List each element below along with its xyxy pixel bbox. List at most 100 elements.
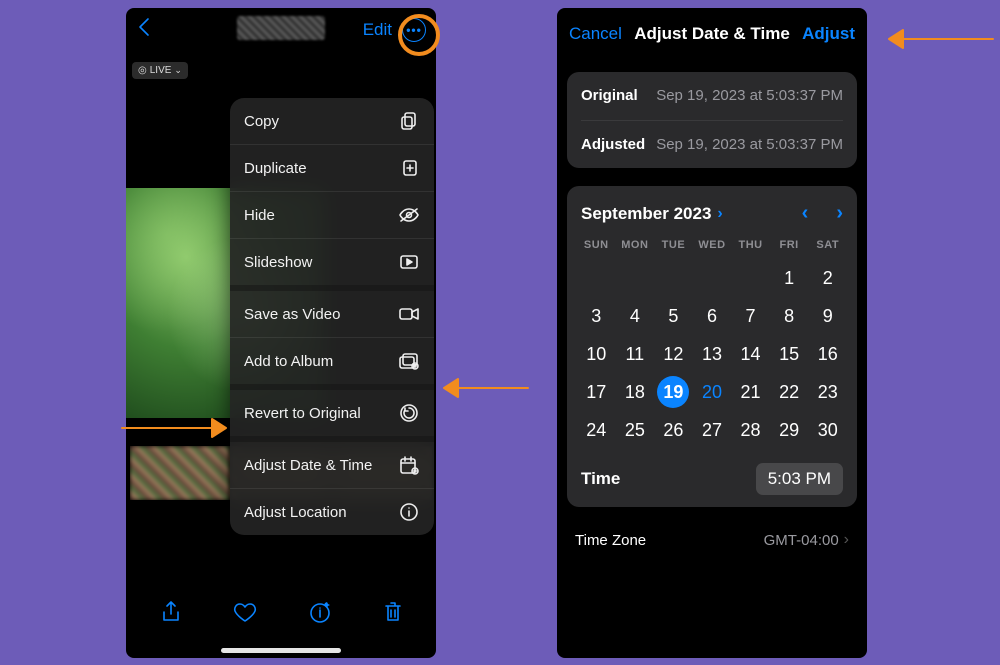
chevron-right-icon: ›: [844, 531, 849, 549]
adjusted-date-row: Adjusted Sep 19, 2023 at 5:03:37 PM: [581, 121, 843, 169]
calendar-icon: [398, 454, 420, 476]
adjust-nav-bar: Cancel Adjust Date & Time Adjust: [557, 8, 867, 60]
calendar-day[interactable]: 7: [731, 297, 770, 335]
calendar-day-number: 6: [696, 300, 728, 332]
calendar-day-number: 20: [696, 376, 728, 408]
calendar-blank: [616, 259, 655, 297]
calendar-day[interactable]: 25: [616, 411, 655, 449]
calendar-day[interactable]: 15: [770, 335, 809, 373]
cancel-button[interactable]: Cancel: [569, 24, 622, 44]
calendar-day[interactable]: 13: [693, 335, 732, 373]
slideshow-icon: [398, 251, 420, 273]
adjusted-value: Sep 19, 2023 at 5:03:37 PM: [656, 135, 843, 155]
time-row: Time 5:03 PM: [577, 449, 847, 507]
calendar-day-number: 13: [696, 338, 728, 370]
time-label: Time: [581, 469, 620, 489]
calendar-day[interactable]: 2: [808, 259, 847, 297]
video-icon: [398, 303, 420, 325]
thumbnail[interactable]: [130, 446, 229, 500]
calendar-day-number: 11: [619, 338, 651, 370]
menu-item-save-as-video[interactable]: Save as Video: [230, 291, 434, 338]
favorite-button[interactable]: [233, 601, 257, 629]
time-picker[interactable]: 5:03 PM: [756, 463, 843, 495]
calendar-day[interactable]: 1: [770, 259, 809, 297]
calendar-day[interactable]: 6: [693, 297, 732, 335]
prev-month-button[interactable]: ‹: [802, 202, 809, 225]
calendar-day[interactable]: 20: [693, 373, 732, 411]
menu-item-add-to-album[interactable]: Add to Album: [230, 338, 434, 390]
calendar-day[interactable]: 10: [577, 335, 616, 373]
info-button[interactable]: [308, 600, 332, 630]
calendar-blank: [731, 259, 770, 297]
timezone-row[interactable]: Time Zone GMT-04:00 ›: [557, 517, 867, 563]
live-icon: ◎: [138, 65, 147, 76]
home-indicator[interactable]: [221, 648, 341, 653]
calendar-day-number: 3: [580, 300, 612, 332]
photo-nav-bar: Edit •••: [126, 8, 436, 52]
annotation-arrow: [440, 373, 530, 403]
menu-item-adjust-location[interactable]: Adjust Location: [230, 489, 434, 535]
menu-item-hide[interactable]: Hide: [230, 192, 434, 239]
calendar-day[interactable]: 18: [616, 373, 655, 411]
menu-item-revert-to-original[interactable]: Revert to Original: [230, 390, 434, 442]
menu-item-label: Add to Album: [244, 353, 333, 370]
calendar-day[interactable]: 3: [577, 297, 616, 335]
adjust-button[interactable]: Adjust: [802, 24, 855, 44]
calendar-day[interactable]: 21: [731, 373, 770, 411]
more-options-button[interactable]: •••: [402, 18, 426, 42]
calendar-card: September 2023 › ‹ › SUNMONTUEWEDTHUFRIS…: [567, 186, 857, 507]
calendar-day[interactable]: 4: [616, 297, 655, 335]
calendar-day[interactable]: 22: [770, 373, 809, 411]
calendar-day[interactable]: 12: [654, 335, 693, 373]
calendar-day[interactable]: 26: [654, 411, 693, 449]
calendar-day[interactable]: 24: [577, 411, 616, 449]
calendar-day[interactable]: 28: [731, 411, 770, 449]
calendar-day-number: 23: [812, 376, 844, 408]
original-date-row: Original Sep 19, 2023 at 5:03:37 PM: [581, 72, 843, 121]
original-label: Original: [581, 87, 638, 104]
hide-icon: [398, 204, 420, 226]
share-button[interactable]: [160, 600, 182, 630]
calendar-day[interactable]: 30: [808, 411, 847, 449]
delete-button[interactable]: [383, 600, 403, 630]
calendar-day[interactable]: 29: [770, 411, 809, 449]
calendar-day[interactable]: 17: [577, 373, 616, 411]
edit-button[interactable]: Edit: [363, 20, 392, 40]
calendar-day[interactable]: 16: [808, 335, 847, 373]
live-badge[interactable]: ◎ LIVE ⌄: [132, 62, 188, 79]
chevron-down-icon: ⌄: [174, 65, 182, 76]
day-of-week-header: THU: [731, 235, 770, 259]
calendar-day[interactable]: 11: [616, 335, 655, 373]
duplicate-icon: [398, 157, 420, 179]
calendar-day[interactable]: 8: [770, 297, 809, 335]
calendar-blank: [654, 259, 693, 297]
menu-item-duplicate[interactable]: Duplicate: [230, 145, 434, 192]
calendar-day-number: 8: [773, 300, 805, 332]
calendar-day-number: 22: [773, 376, 805, 408]
menu-item-copy[interactable]: Copy: [230, 98, 434, 145]
calendar-day[interactable]: 5: [654, 297, 693, 335]
photo-title-blurred: [237, 16, 325, 40]
menu-item-label: Adjust Date & Time: [244, 457, 372, 474]
annotation-arrow: [885, 24, 995, 54]
context-menu: Copy Duplicate HideSlideshowSave as Video A…: [230, 98, 434, 535]
calendar-day-number: 12: [657, 338, 689, 370]
menu-item-adjust-date-time[interactable]: Adjust Date & Time: [230, 442, 434, 489]
menu-item-label: Revert to Original: [244, 405, 361, 422]
calendar-day[interactable]: 19: [654, 373, 693, 411]
date-info-card: Original Sep 19, 2023 at 5:03:37 PM Adju…: [567, 72, 857, 168]
back-button[interactable]: [136, 16, 152, 44]
month-picker[interactable]: September 2023 ›: [581, 204, 723, 224]
menu-item-label: Duplicate: [244, 160, 307, 177]
calendar-day[interactable]: 23: [808, 373, 847, 411]
calendar-day-number: 7: [735, 300, 767, 332]
calendar-day[interactable]: 9: [808, 297, 847, 335]
day-of-week-header: FRI: [770, 235, 809, 259]
calendar-day-number: 29: [773, 414, 805, 446]
calendar-day[interactable]: 27: [693, 411, 732, 449]
month-label: September 2023: [581, 204, 711, 224]
photo-detail-screen: Edit ••• ◎ LIVE ⌄ Copy Duplicate HideSlide…: [126, 8, 436, 658]
calendar-day[interactable]: 14: [731, 335, 770, 373]
next-month-button[interactable]: ›: [836, 202, 843, 225]
menu-item-slideshow[interactable]: Slideshow: [230, 239, 434, 291]
